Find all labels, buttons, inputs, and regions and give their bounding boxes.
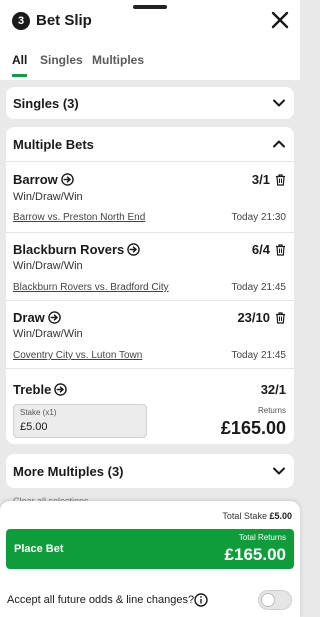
arrow-right-circle-icon	[61, 173, 74, 186]
arrow-right-circle-icon	[48, 311, 61, 324]
total-returns-value: £165.00	[224, 545, 286, 564]
place-bet-button[interactable]: Place Bet Total Returns £165.00	[6, 529, 294, 569]
accept-odds-changes-toggle[interactable]	[258, 590, 292, 610]
selection-event-link[interactable]: Blackburn Rovers vs. Bradford City	[13, 282, 169, 294]
close-icon	[271, 11, 289, 29]
close-button[interactable]	[268, 8, 292, 32]
selection-name: Draw	[13, 310, 45, 325]
selection-time: Today 21:45	[231, 350, 287, 361]
singles-section-title: Singles (3)	[13, 96, 79, 111]
multiple-bets-section: Multiple Bets Barrow 3/1 Win/Draw/Win Ba…	[6, 127, 294, 444]
more-multiples-section[interactable]: More Multiples (3)	[6, 454, 294, 488]
selection-name: Barrow	[13, 172, 58, 187]
selection-event-link[interactable]: Coventry City vs. Luton Town	[13, 350, 142, 362]
tab-bar: All Singles Multiples	[0, 40, 300, 80]
drag-handle[interactable]	[133, 5, 167, 9]
selection-market: Win/Draw/Win	[13, 328, 83, 340]
selection-odds: 23/10	[237, 310, 270, 325]
delete-selection-icon[interactable]	[275, 174, 286, 186]
more-multiples-title: More Multiples (3)	[13, 464, 124, 479]
tab-singles[interactable]: Singles	[40, 52, 83, 68]
selection-odds: 6/4	[251, 242, 270, 257]
bet-slip-header: 3 Bet Slip	[0, 0, 300, 40]
place-bet-label: Place Bet	[14, 543, 64, 555]
accept-odds-changes-label: Accept all future odds & line changes?	[7, 594, 195, 606]
selection-count-badge: 3	[12, 12, 30, 30]
returns-label: Returns	[257, 406, 286, 415]
tab-all[interactable]: All	[12, 52, 27, 68]
selection-odds: 3/1	[251, 172, 270, 187]
bet-slip-footer: Total Stake £5.00 Place Bet Total Return…	[0, 501, 300, 617]
arrow-right-circle-icon	[127, 243, 141, 256]
treble-name: Treble	[13, 382, 52, 397]
selection-market: Win/Draw/Win	[13, 260, 83, 272]
selection-row: Barrow 3/1 Win/Draw/Win Barrow vs. Prest…	[6, 161, 294, 229]
chevron-down-icon	[272, 464, 286, 478]
active-tab-indicator	[12, 74, 27, 77]
stake-label: Stake (x1)	[20, 408, 57, 417]
info-icon[interactable]	[194, 593, 208, 607]
treble-row: Treble 32/1 Stake (x1) £5.00 Returns £16…	[6, 368, 294, 444]
selection-event-link[interactable]: Barrow vs. Preston North End	[13, 212, 145, 224]
delete-selection-icon[interactable]	[275, 244, 286, 256]
selection-market: Win/Draw/Win	[13, 191, 83, 203]
toggle-knob	[261, 593, 275, 607]
multiple-bets-title: Multiple Bets	[13, 137, 94, 152]
selection-time: Today 21:45	[231, 282, 287, 293]
chevron-down-icon	[272, 96, 286, 110]
total-stake: Total Stake £5.00	[222, 511, 292, 521]
selection-row: Blackburn Rovers 6/4 Win/Draw/Win Blackb…	[6, 232, 294, 300]
tab-multiples[interactable]: Multiples	[92, 52, 144, 68]
selection-row: Draw 23/10 Win/Draw/Win Coventry City vs…	[6, 300, 294, 368]
treble-odds: 32/1	[260, 382, 286, 397]
stake-value: £5.00	[20, 421, 48, 433]
total-stake-value: £5.00	[269, 511, 292, 521]
page-title: Bet Slip	[36, 12, 92, 29]
selection-time: Today 21:30	[231, 212, 287, 223]
singles-section[interactable]: Singles (3)	[6, 87, 294, 119]
chevron-up-icon[interactable]	[272, 137, 286, 151]
stake-input[interactable]: Stake (x1) £5.00	[13, 404, 147, 438]
returns-value: £165.00	[220, 418, 286, 438]
delete-selection-icon[interactable]	[275, 312, 286, 324]
arrow-right-circle-icon	[54, 383, 68, 396]
total-returns-label: Total Returns	[238, 533, 286, 542]
total-stake-label: Total Stake	[222, 511, 267, 521]
selection-name: Blackburn Rovers	[13, 242, 125, 257]
